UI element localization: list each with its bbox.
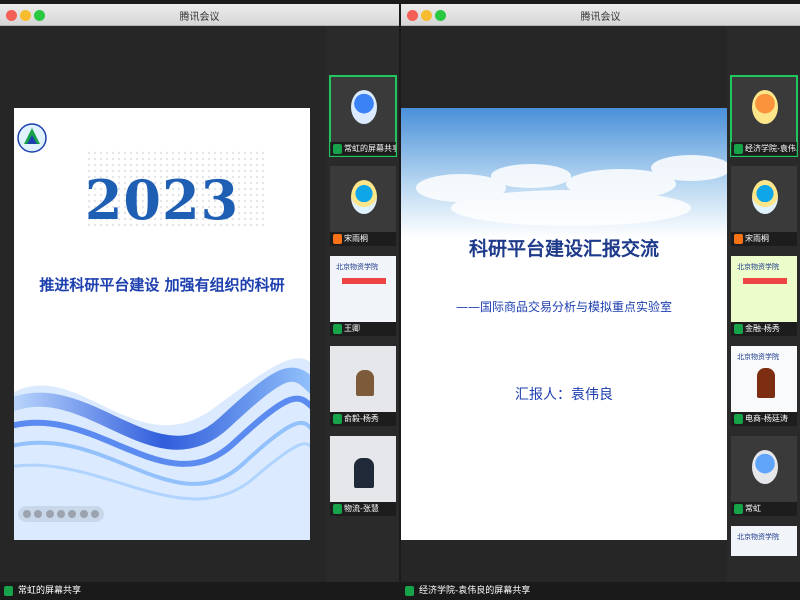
mic-icon: [333, 144, 342, 154]
school-video: 北京物资学院: [731, 526, 797, 556]
participant-tile[interactable]: 北京物资学院 王卿: [330, 256, 396, 336]
slide-tool-icon[interactable]: [22, 510, 31, 518]
participant-name: 宋雨桐: [745, 234, 769, 243]
meeting-window-right: 腾讯会议 科研平台建设汇报交流 ——国际商品交易分析与模拟重点实验室 汇报人：袁…: [401, 4, 800, 600]
participant-tile[interactable]: 北京物资学院 电商-杨廷涛: [731, 346, 797, 426]
slide-tool-icon[interactable]: [56, 510, 65, 518]
participant-tile[interactable]: 俞毅-杨秀: [330, 346, 396, 426]
participant-tile[interactable]: 北京物资学院 金融-杨秀: [731, 256, 797, 336]
participant-label: 金融-杨秀: [731, 322, 797, 336]
school-video: 北京物资学院: [330, 256, 396, 322]
participant-gallery: 经济学院-袁伟... 宋雨桐 北京物资学院 金融-杨秀 北京物资学院 电商-杨廷…: [727, 26, 800, 600]
participant-name: 物流-张慧: [344, 504, 379, 513]
participant-name: 王卿: [344, 324, 360, 333]
participant-label: 王卿: [330, 322, 396, 336]
slide-graphic: [401, 108, 727, 540]
participant-tile[interactable]: 经济学院-袁伟...: [730, 75, 798, 157]
share-status-label: 常虹的屏幕共享: [18, 586, 82, 596]
window-titlebar: 腾讯会议: [401, 4, 800, 26]
mic-icon: [4, 586, 13, 596]
participant-label: 常虹: [731, 502, 797, 516]
participant-label: 俞毅-杨秀: [330, 412, 396, 426]
slide-tool-icon[interactable]: [79, 510, 88, 518]
mic-icon: [333, 414, 342, 424]
avatar: [752, 450, 778, 484]
avatar: [752, 180, 778, 214]
avatar: [752, 90, 778, 124]
participant-label: 宋雨桐: [731, 232, 797, 246]
mic-icon: [734, 504, 743, 514]
participant-tile[interactable]: 宋雨桐: [731, 166, 797, 246]
participant-tile[interactable]: 常虹的屏幕共享: [329, 75, 397, 157]
person-video: [330, 346, 396, 412]
participant-name: 电商-杨廷涛: [745, 414, 788, 423]
participant-name: 金融-杨秀: [745, 324, 780, 333]
mic-icon: [333, 324, 342, 334]
avatar: [351, 180, 377, 214]
participant-label: 经济学院-袁伟...: [731, 142, 797, 156]
participant-name: 常虹的屏幕共享: [344, 144, 396, 153]
slide-tool-icon[interactable]: [68, 510, 77, 518]
mic-icon: [734, 234, 743, 244]
share-status-bar: 经济学院-袁伟良的屏幕共享: [401, 582, 800, 600]
school-video: 北京物资学院: [731, 256, 797, 322]
participant-name: 宋雨桐: [344, 234, 368, 243]
mic-icon: [333, 504, 342, 514]
window-title: 腾讯会议: [179, 12, 220, 23]
participant-label: 常虹的屏幕共享: [330, 142, 396, 156]
participant-tile[interactable]: 北京物资学院: [731, 526, 797, 556]
participant-label: 电商-杨廷涛: [731, 412, 797, 426]
window-titlebar: 腾讯会议: [0, 4, 399, 26]
participant-tile[interactable]: 宋雨桐: [330, 166, 396, 246]
slide-reporter: 汇报人：袁伟良: [515, 387, 613, 403]
participant-gallery: 常虹的屏幕共享 宋雨桐 北京物资学院 王卿 俞毅-杨秀 物流-张慧: [326, 26, 399, 600]
mic-icon: [333, 234, 342, 244]
slide-tool-icon[interactable]: [91, 510, 100, 518]
participant-name: 常虹: [745, 504, 761, 513]
school-logo-icon: [17, 123, 47, 153]
mic-icon: [734, 144, 743, 154]
participant-name: 俞毅-杨秀: [344, 414, 379, 423]
shared-slide: 2023 推进科研平台建设 加强有组织的科研: [14, 108, 310, 540]
slide-year: 2023: [84, 168, 240, 232]
shared-screen-area: 2023 推进科研平台建设 加强有组织的科研: [0, 26, 326, 600]
participant-tile[interactable]: 常虹: [731, 436, 797, 516]
person-video: [330, 436, 396, 502]
slide-title: 科研平台建设汇报交流: [468, 238, 659, 260]
shared-slide: 科研平台建设汇报交流 ——国际商品交易分析与模拟重点实验室 汇报人：袁伟良: [401, 108, 727, 540]
person-video: 北京物资学院: [731, 346, 797, 412]
slide-headline: 推进科研平台建设 加强有组织的科研: [39, 276, 285, 294]
participant-name: 经济学院-袁伟...: [745, 144, 797, 153]
avatar: [351, 90, 377, 124]
mic-icon: [734, 324, 743, 334]
mic-icon: [734, 414, 743, 424]
participant-label: 物流-张慧: [330, 502, 396, 516]
slide-subtitle: ——国际商品交易分析与模拟重点实验室: [455, 300, 672, 314]
slide-tool-icon[interactable]: [45, 510, 54, 518]
shared-screen-area: 科研平台建设汇报交流 ——国际商品交易分析与模拟重点实验室 汇报人：袁伟良: [401, 26, 727, 600]
share-status-bar: 常虹的屏幕共享: [0, 582, 399, 600]
mic-icon: [405, 586, 414, 596]
slide-tool-icon[interactable]: [34, 510, 43, 518]
participant-label: 宋雨桐: [330, 232, 396, 246]
slide-tools: [18, 506, 104, 522]
window-title: 腾讯会议: [580, 12, 621, 23]
share-status-label: 经济学院-袁伟良的屏幕共享: [419, 586, 531, 596]
meeting-window-left: 腾讯会议 2023 推进科研平台建设 加强有组织的科研 常虹的屏幕共享 宋雨桐 …: [0, 4, 399, 600]
participant-tile[interactable]: 物流-张慧: [330, 436, 396, 516]
